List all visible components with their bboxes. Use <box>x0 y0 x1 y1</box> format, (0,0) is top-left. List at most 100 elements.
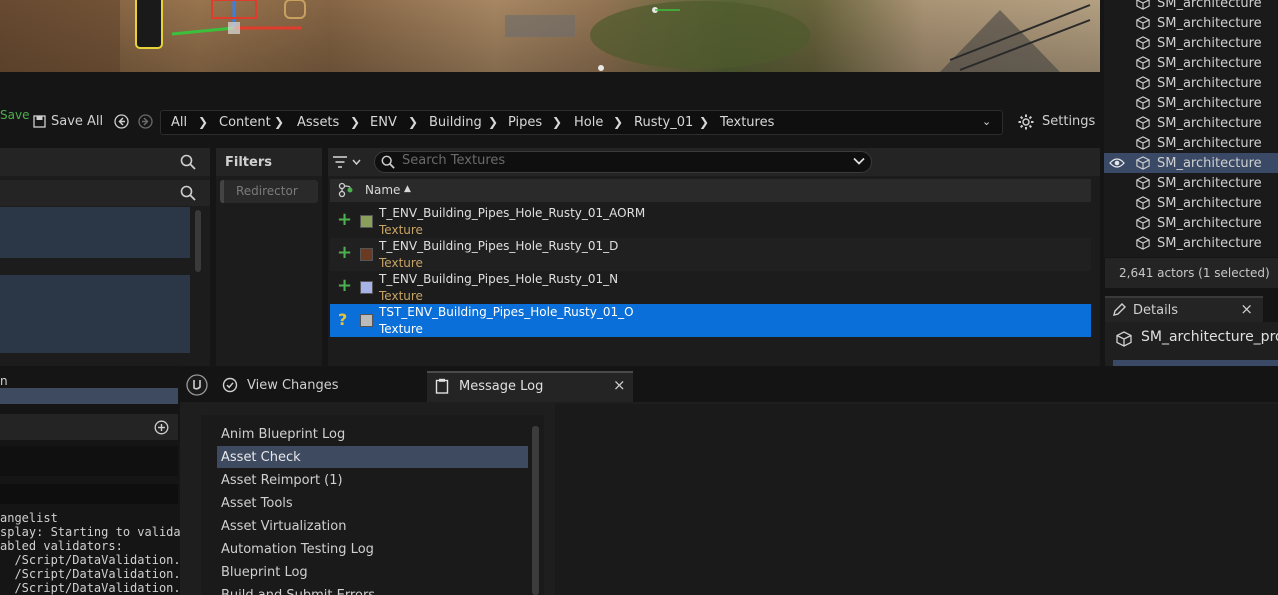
chevron-right-icon[interactable]: ❯ <box>488 115 498 129</box>
static-mesh-icon <box>1136 236 1150 250</box>
outliner-row[interactable]: SM_architecture <box>1104 73 1278 93</box>
plus-icon: + <box>337 242 353 263</box>
settings-button[interactable]: Settings <box>1042 114 1095 129</box>
log-line: angelist <box>0 511 58 525</box>
search-icon <box>381 155 395 173</box>
tab-view-changes[interactable]: View Changes <box>213 371 423 401</box>
tab-message-log[interactable]: Message Log × <box>427 371 633 402</box>
outliner-item-label: SM_architecture <box>1157 195 1262 211</box>
source-control-icon[interactable] <box>338 182 354 202</box>
outliner-row[interactable]: SM_architecture <box>1104 0 1278 13</box>
outliner-item-label: SM_architecture <box>1157 0 1262 11</box>
level-viewport[interactable] <box>0 0 1100 72</box>
log-line: /Script/DataValidation.D <box>0 553 188 567</box>
asset-row-selected[interactable]: ? TST_ENV_Building_Pipes_Hole_Rusty_01_O… <box>330 304 1091 337</box>
log-category-item[interactable]: Asset Tools <box>217 492 528 514</box>
close-icon[interactable]: × <box>1240 300 1253 318</box>
scrollbar[interactable] <box>195 210 201 272</box>
chevron-right-icon[interactable]: ❯ <box>408 115 418 129</box>
asset-row[interactable]: + T_ENV_Building_Pipes_Hole_Rusty_01_D T… <box>330 238 1091 271</box>
breadcrumb-item[interactable]: Assets <box>297 115 339 130</box>
add-circle-icon[interactable] <box>154 420 169 439</box>
outliner-item-label: SM_architecture <box>1157 115 1262 131</box>
log-category-item[interactable]: Build and Submit Errors <box>217 584 528 595</box>
log-category-item[interactable]: Asset Reimport (1) <box>217 469 528 491</box>
log-category-item[interactable]: Asset Virtualization <box>217 515 528 537</box>
save-all-button[interactable]: Save All <box>51 114 103 129</box>
outliner-item-label: SM_architecture <box>1157 235 1262 251</box>
back-arrow-icon[interactable] <box>114 114 129 133</box>
column-header-name[interactable]: Name <box>365 183 400 197</box>
outliner-item-label: SM_architecture <box>1157 75 1262 91</box>
clipboard-icon <box>435 378 449 398</box>
forward-arrow-icon[interactable] <box>138 114 153 133</box>
chevron-right-icon[interactable]: ❯ <box>613 115 623 129</box>
static-mesh-icon <box>1136 96 1150 110</box>
chevron-right-icon[interactable]: ❯ <box>350 115 360 129</box>
log-category-item[interactable]: Automation Testing Log <box>217 538 528 560</box>
asset-row[interactable]: + T_ENV_Building_Pipes_Hole_Rusty_01_N T… <box>330 271 1091 304</box>
filter-icon[interactable] <box>332 154 362 174</box>
log-category-item[interactable]: Blueprint Log <box>217 561 528 583</box>
asset-row[interactable]: + T_ENV_Building_Pipes_Hole_Rusty_01_AOR… <box>330 205 1091 238</box>
outliner-row[interactable]: SM_architecture <box>1104 173 1278 193</box>
breadcrumb-item[interactable]: Textures <box>720 115 774 130</box>
log-toolbar <box>0 484 178 504</box>
chevron-right-icon[interactable]: ❯ <box>699 115 709 129</box>
output-log-panel: n angelist splay: Starting to validat ab… <box>0 366 188 595</box>
scrollbar[interactable] <box>532 426 539 595</box>
tab-label: View Changes <box>247 378 339 393</box>
search-icon[interactable] <box>180 185 196 205</box>
actor-count: 2,641 actors (1 selected) <box>1105 258 1278 288</box>
gear-icon[interactable] <box>1018 114 1034 134</box>
asset-type: Texture <box>379 289 423 303</box>
close-icon[interactable]: × <box>613 376 626 394</box>
mesh-icon <box>1116 331 1132 351</box>
outliner-row[interactable]: SM_architecture <box>1104 53 1278 73</box>
chevron-right-icon[interactable]: ❯ <box>552 115 562 129</box>
search-placeholder: Search Textures <box>402 153 506 168</box>
log-category-item[interactable]: Anim Blueprint Log <box>217 423 528 445</box>
breadcrumb-item[interactable]: All <box>171 115 187 130</box>
breadcrumb-item[interactable]: Rusty_01 <box>634 115 693 130</box>
outliner-row-selected[interactable]: SM_architecture <box>1104 153 1278 173</box>
search-icon[interactable] <box>180 154 196 174</box>
tab-details[interactable]: Details × <box>1105 296 1263 322</box>
outliner-row[interactable]: SM_architecture <box>1104 13 1278 33</box>
outliner-row[interactable]: SM_architecture <box>1104 213 1278 233</box>
chevron-right-icon[interactable]: ❯ <box>198 115 208 129</box>
asset-name: T_ENV_Building_Pipes_Hole_Rusty_01_N <box>379 272 619 286</box>
outliner-row[interactable]: SM_architecture <box>1104 33 1278 53</box>
breadcrumb-item[interactable]: ENV <box>370 115 397 130</box>
favorite-folder-item[interactable] <box>0 207 190 258</box>
breadcrumb-item[interactable]: Pipes <box>508 115 542 130</box>
outliner-row[interactable]: SM_architecture <box>1104 133 1278 153</box>
static-mesh-icon <box>1136 176 1150 190</box>
static-mesh-icon <box>1136 36 1150 50</box>
outliner-row[interactable]: SM_architecture <box>1104 93 1278 113</box>
log-category-item-selected[interactable]: Asset Check <box>217 446 528 468</box>
details-tab-label: Details <box>1133 302 1179 318</box>
save-button[interactable]: Save <box>0 108 29 122</box>
selected-row[interactable] <box>0 388 178 404</box>
outliner-row[interactable]: SM_architecture <box>1104 233 1278 253</box>
chevron-down-icon[interactable] <box>852 154 866 172</box>
sources-search[interactable] <box>0 180 210 206</box>
outliner-row[interactable]: SM_architecture <box>1104 193 1278 213</box>
breadcrumb-item[interactable]: Content <box>219 115 271 130</box>
filters-title: Filters <box>225 155 272 170</box>
static-mesh-icon <box>1136 216 1150 230</box>
log-line: /Script/DataValidation.W <box>0 581 188 595</box>
breadcrumb-item[interactable]: Hole <box>574 115 603 130</box>
folder-item[interactable] <box>0 275 190 353</box>
details-object-name: SM_architecture_pro <box>1141 329 1278 345</box>
eye-icon[interactable] <box>1104 153 1130 173</box>
outliner-row[interactable]: SM_architecture <box>1104 113 1278 133</box>
chevron-right-icon[interactable]: ❯ <box>274 115 284 129</box>
log-line: abled validators: <box>0 539 123 553</box>
breadcrumb-item[interactable]: Building <box>429 115 482 130</box>
asset-type: Texture <box>379 223 423 237</box>
chevron-down-icon[interactable]: ⌄ <box>982 115 991 128</box>
plus-icon: + <box>337 275 353 296</box>
asset-name: T_ENV_Building_Pipes_Hole_Rusty_01_D <box>379 239 619 253</box>
